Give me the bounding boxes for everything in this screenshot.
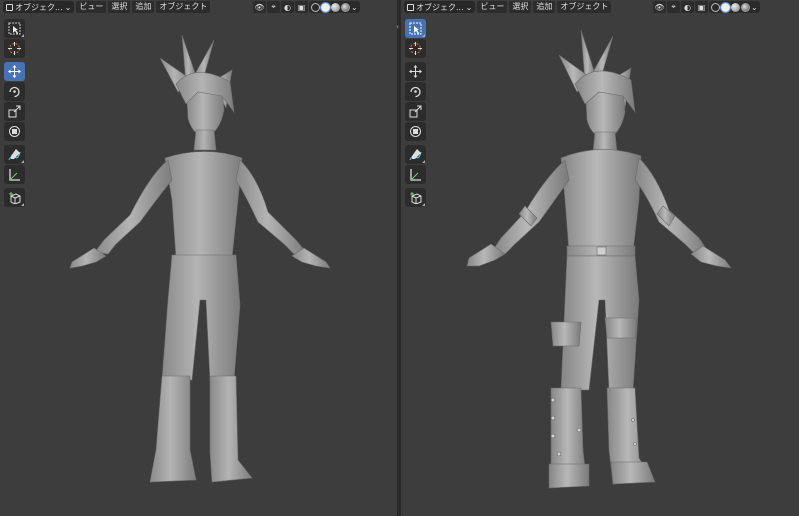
viewport-right[interactable]: オブジェク... ⌄ ビュー 選択 追加 オブジェクト 👁 ⌖ ◐ ▣ ⌄ [401, 0, 799, 516]
character-model-detailed[interactable] [401, 0, 799, 516]
viewport-left[interactable]: オブジェク... ⌄ ビュー 選択 追加 オブジェクト 👁 ⌖ ◐ ▣ ⌄ [0, 0, 397, 516]
collapse-arrow-icon[interactable]: ‹ [396, 22, 399, 31]
character-model-base[interactable] [0, 0, 397, 516]
